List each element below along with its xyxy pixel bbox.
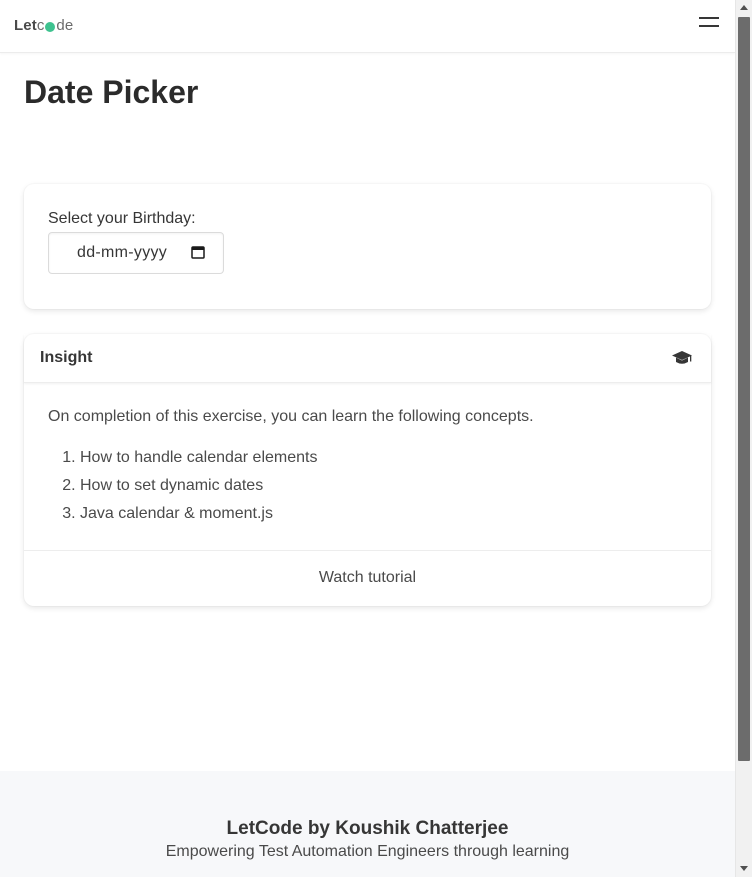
footer-title: LetCode by Koushik Chatterjee: [226, 818, 509, 839]
logo-text-c: c: [36, 17, 45, 34]
date-picker-card: Select your Birthday: dd-mm-yyyy: [24, 184, 711, 309]
footer-subtitle: Empowering Test Automation Engineers thr…: [165, 843, 570, 860]
concept-item: How to handle calendar elements: [80, 446, 317, 474]
hamburger-line: [699, 17, 719, 19]
logo-text-let: Let: [14, 17, 37, 34]
insight-intro: On completion of this exercise, you can …: [48, 408, 534, 425]
insight-footer: Watch tutorial: [24, 550, 711, 607]
concept-item: How to set dynamic dates: [80, 474, 317, 502]
calendar-icon[interactable]: [191, 245, 205, 259]
insight-title: Insight: [40, 349, 93, 366]
graduation-cap-icon: [672, 351, 692, 364]
vertical-scrollbar[interactable]: [735, 0, 752, 877]
logo-text-de: de: [56, 17, 74, 34]
hamburger-menu-icon[interactable]: [699, 17, 719, 29]
scroll-down-arrow-icon[interactable]: [740, 866, 748, 871]
concept-list: How to handle calendar elements How to s…: [48, 446, 317, 530]
site-footer: LetCode by Koushik Chatterjee Empowering…: [0, 771, 735, 877]
navbar: Let c de: [0, 0, 735, 53]
hamburger-line: [699, 25, 719, 27]
watch-tutorial-link[interactable]: Watch tutorial: [24, 569, 711, 587]
concept-item: Java calendar & moment.js: [80, 502, 317, 530]
birthday-label: Select your Birthday:: [48, 210, 196, 227]
scrollbar-thumb[interactable]: [738, 17, 750, 761]
page-viewport: Let c de Date Picker Select your Birthday:…: [0, 0, 735, 877]
page-title: Date Picker: [24, 74, 199, 110]
scroll-up-arrow-icon[interactable]: [740, 5, 748, 10]
insight-header: Insight: [24, 334, 711, 383]
birthday-date-input[interactable]: dd-mm-yyyy: [48, 232, 224, 274]
site-logo[interactable]: Let c de: [14, 17, 73, 34]
insight-card: Insight On completion of this exercise, …: [24, 334, 711, 606]
logo-dot-icon: [45, 21, 56, 32]
date-placeholder: dd-mm-yyyy: [77, 244, 168, 261]
